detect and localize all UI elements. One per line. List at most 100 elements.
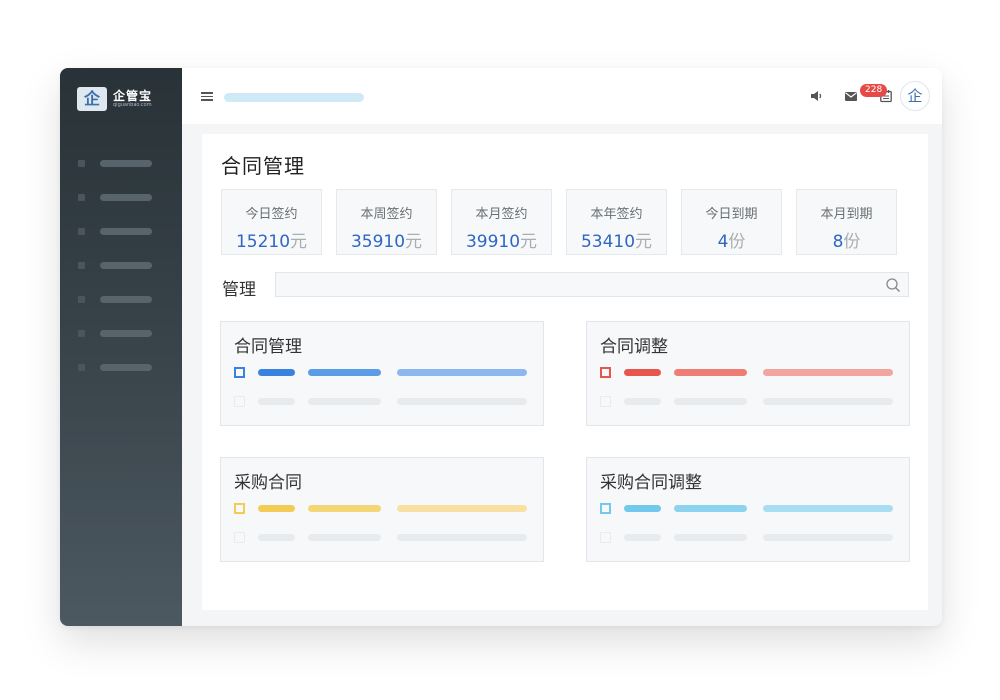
sidebar-nav: [78, 146, 152, 384]
app-logo[interactable]: 企 企管宝 qiguanbao.com: [77, 86, 152, 112]
stat-card[interactable]: 今日签约 15210元: [221, 189, 322, 255]
sidebar-item[interactable]: [78, 282, 152, 316]
module-card-purchase-contract[interactable]: 采购合同: [220, 457, 544, 562]
nav-icon: [78, 295, 85, 303]
nav-label-placeholder: [100, 261, 152, 269]
row-bar: [674, 534, 747, 541]
module-card-purchase-contract-adjustment[interactable]: 采购合同调整: [586, 457, 910, 562]
row-bar: [397, 534, 527, 541]
stat-value: 15210: [235, 232, 291, 252]
sidebar-item[interactable]: [78, 146, 152, 180]
row-bar: [624, 534, 661, 541]
sidebar-item[interactable]: [78, 316, 152, 350]
row-bar: [674, 369, 747, 376]
stat-card[interactable]: 本周签约 35910元: [336, 189, 437, 255]
card-title: 合同管理: [234, 337, 302, 357]
checkbox[interactable]: [600, 532, 611, 543]
nav-icon: [78, 261, 85, 269]
row-bar: [624, 505, 661, 512]
stat-label: 今日签约: [245, 207, 298, 222]
row-bar: [308, 369, 381, 376]
stat-unit: 元: [520, 232, 538, 252]
nav-label-placeholder: [100, 193, 152, 201]
row-bar: [763, 369, 893, 376]
row-bar: [308, 505, 381, 512]
stat-label: 本周签约: [360, 207, 413, 222]
stat-card[interactable]: 本年签约 53410元: [566, 189, 667, 255]
search-icon[interactable]: [885, 277, 901, 293]
logo-mark-char: 企: [83, 89, 100, 108]
avatar-char: 企: [907, 87, 923, 105]
row-bar: [397, 398, 527, 405]
stat-value: 8: [832, 232, 844, 252]
nav-icon: [78, 363, 85, 371]
stat-value: 39910: [465, 232, 521, 252]
nav-label-placeholder: [100, 159, 152, 167]
card-row: [234, 367, 534, 378]
row-bar: [308, 534, 381, 541]
row-bar: [763, 505, 893, 512]
card-row: [600, 532, 900, 543]
avatar[interactable]: 企: [900, 81, 930, 111]
notification-badge: 228: [860, 84, 888, 97]
nav-label-placeholder: [100, 329, 152, 337]
stat-card[interactable]: 本月到期 8份: [796, 189, 897, 255]
checkbox[interactable]: [600, 367, 611, 378]
page-title: 合同管理: [221, 154, 305, 178]
card-row: [600, 367, 900, 378]
row-bar: [397, 505, 527, 512]
sidebar-item[interactable]: [78, 180, 152, 214]
stat-label: 本月签约: [475, 207, 528, 222]
card-row: [600, 396, 900, 407]
nav-icon: [78, 193, 85, 201]
stat-value: 53410: [580, 232, 636, 252]
row-bar: [258, 398, 295, 405]
stat-unit: 份: [728, 232, 746, 252]
row-bar: [258, 505, 295, 512]
stat-unit: 元: [290, 232, 308, 252]
module-card-contract-management[interactable]: 合同管理: [220, 321, 544, 426]
checkbox[interactable]: [234, 367, 245, 378]
search-input[interactable]: [275, 272, 909, 297]
checkbox[interactable]: [234, 503, 245, 514]
sidebar-item[interactable]: [78, 350, 152, 384]
card-title: 采购合同调整: [600, 473, 702, 493]
stat-value: 4: [717, 232, 729, 252]
module-card-contract-adjustment[interactable]: 合同调整: [586, 321, 910, 426]
nav-icon: [78, 159, 85, 167]
checkbox[interactable]: [600, 396, 611, 407]
stat-card[interactable]: 本月签约 39910元: [451, 189, 552, 255]
nav-icon: [78, 227, 85, 235]
checkbox[interactable]: [234, 532, 245, 543]
nav-icon: [78, 329, 85, 337]
stat-unit: 份: [843, 232, 861, 252]
speaker-icon[interactable]: [809, 89, 823, 103]
stat-unit: 元: [635, 232, 653, 252]
sidebar-item[interactable]: [78, 214, 152, 248]
nav-label-placeholder: [100, 363, 152, 371]
row-bar: [397, 369, 527, 376]
row-bar: [308, 398, 381, 405]
checkbox[interactable]: [600, 503, 611, 514]
checkbox[interactable]: [234, 396, 245, 407]
sidebar-item[interactable]: [78, 248, 152, 282]
breadcrumb[interactable]: [224, 93, 364, 102]
mail-icon[interactable]: [844, 89, 858, 103]
row-bar: [624, 369, 661, 376]
nav-label-placeholder: [100, 295, 152, 303]
stat-label: 本月到期: [820, 207, 873, 222]
logo-name: 企管宝: [113, 89, 153, 103]
menu-toggle-icon[interactable]: [201, 92, 213, 101]
row-bar: [763, 398, 893, 405]
stat-value: 35910: [350, 232, 406, 252]
app-window: 企 企管宝 qiguanbao.com 228 企 合同管理 今日签约 1521…: [60, 68, 942, 626]
logo-domain: qiguanbao.com: [113, 102, 152, 108]
card-row: [234, 503, 534, 514]
stat-card[interactable]: 今日到期 4份: [681, 189, 782, 255]
row-bar: [674, 398, 747, 405]
stat-label: 今日到期: [705, 207, 758, 222]
search-label: 管理: [222, 280, 256, 300]
logo-mark: 企: [77, 87, 107, 111]
card-row: [234, 396, 534, 407]
nav-label-placeholder: [100, 227, 152, 235]
